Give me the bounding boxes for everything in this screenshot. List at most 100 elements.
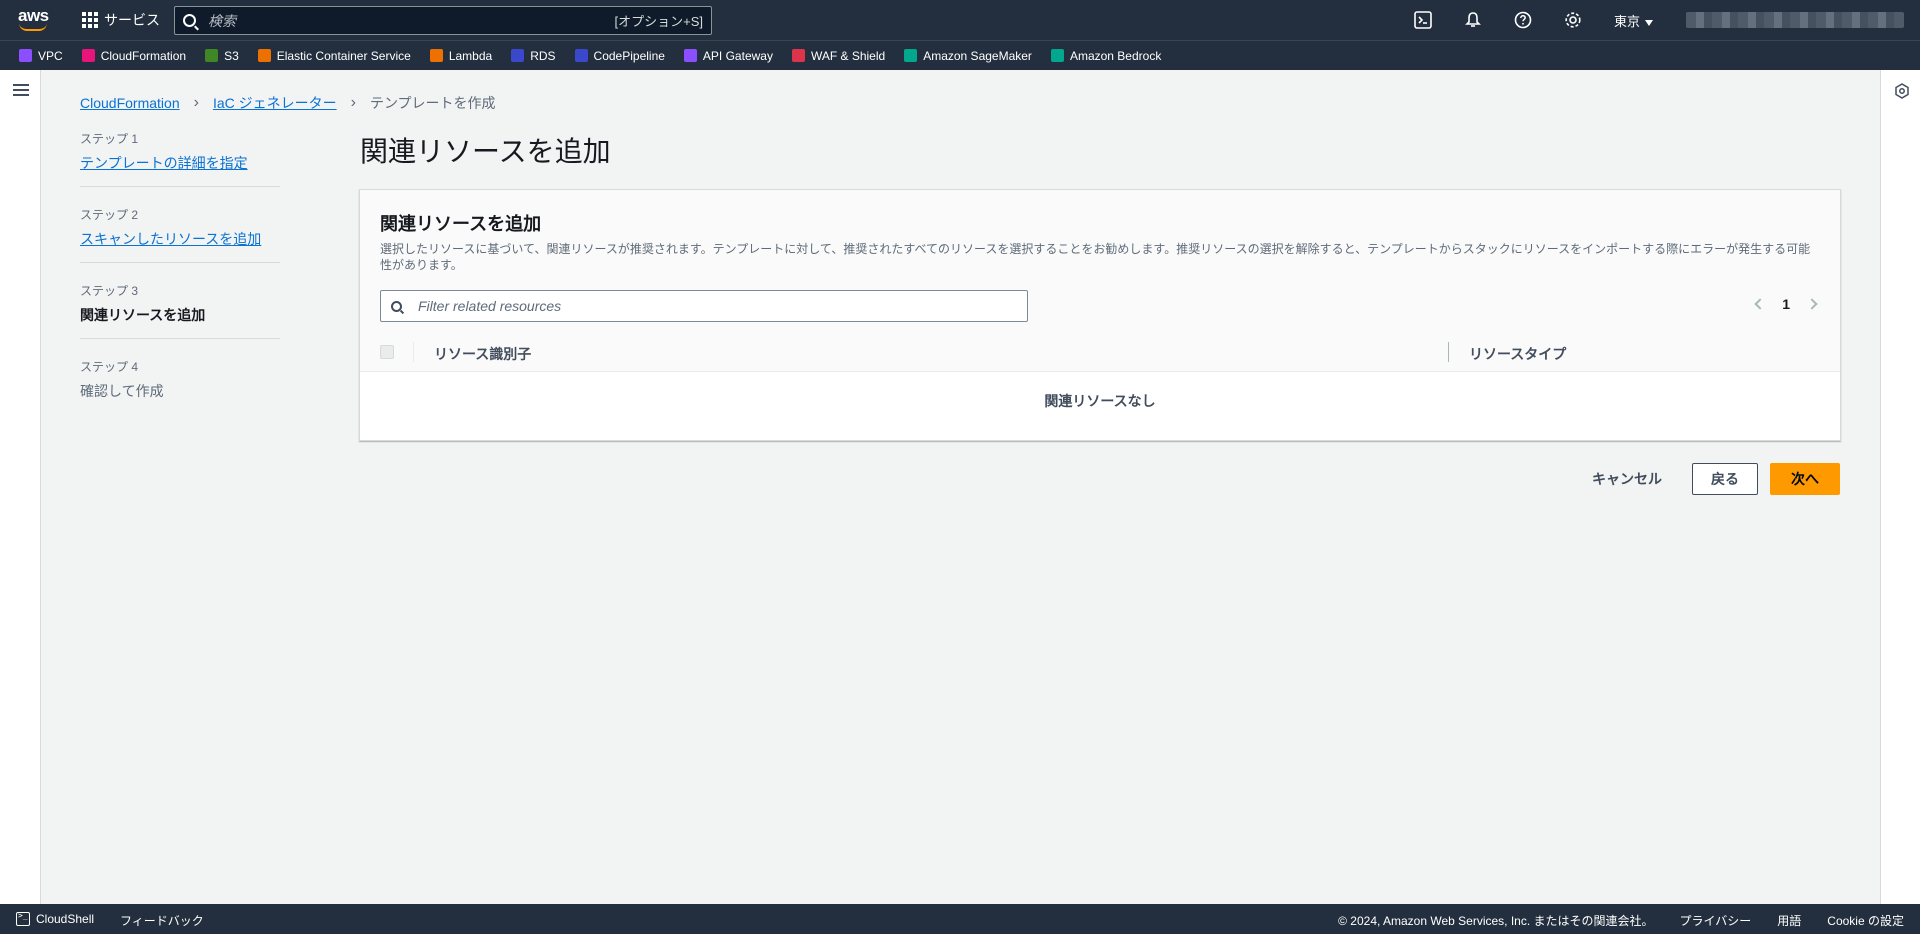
region-selector[interactable]: 東京	[1614, 11, 1654, 30]
footer-links: © 2024, Amazon Web Services, Inc. またはその関…	[1338, 912, 1904, 929]
rds-service-icon	[511, 49, 525, 62]
cloudshell-icon[interactable]	[1413, 10, 1433, 30]
services-menu-button[interactable]: サービス	[82, 10, 160, 30]
page-number[interactable]: 1	[1782, 296, 1790, 312]
wizard-step-1: ステップ 1 テンプレートの詳細を指定	[80, 130, 280, 187]
favorites-bar: VPC CloudFormation S3 Elastic Container …	[0, 40, 1920, 70]
search-icon	[183, 14, 196, 27]
favorite-lambda[interactable]: Lambda	[429, 48, 493, 63]
step-link-template-details[interactable]: テンプレートの詳細を指定	[80, 153, 280, 173]
search-input[interactable]	[208, 12, 615, 29]
cancel-button[interactable]: キャンセル	[1574, 461, 1680, 497]
privacy-link[interactable]: プライバシー	[1680, 912, 1752, 929]
favorite-label: CloudFormation	[100, 48, 187, 63]
favorite-label: API Gateway	[702, 48, 773, 63]
breadcrumb: CloudFormation › IaC ジェネレーター › テンプレートを作成	[80, 93, 496, 113]
column-header-resource-type[interactable]: リソースタイプ	[1469, 344, 1566, 364]
breadcrumb-iac-generator[interactable]: IaC ジェネレーター	[213, 93, 337, 113]
footer: CloudShell フィードバック © 2024, Amazon Web Se…	[0, 904, 1920, 934]
filter-box[interactable]	[380, 290, 1028, 322]
favorite-cloudformation[interactable]: CloudFormation	[81, 48, 187, 63]
terminal-icon	[16, 911, 30, 926]
copyright-text: © 2024, Amazon Web Services, Inc. またはその関…	[1338, 914, 1654, 928]
services-label: サービス	[104, 12, 160, 28]
select-all-checkbox[interactable]	[380, 345, 394, 359]
step-number: ステップ 1	[80, 132, 139, 146]
favorite-rds[interactable]: RDS	[511, 48, 556, 63]
favorite-label: S3	[224, 48, 239, 63]
cloudshell-button[interactable]: CloudShell	[16, 911, 95, 926]
breadcrumb-cloudformation[interactable]: CloudFormation	[80, 95, 180, 111]
terms-link[interactable]: 用語	[1777, 912, 1801, 929]
favorite-waf-shield[interactable]: WAF & Shield	[791, 48, 886, 63]
account-menu[interactable]	[1686, 12, 1904, 28]
step-current-related-resources: 関連リソースを追加	[80, 307, 206, 323]
related-resources-panel: 関連リソースを追加 選択したリソースに基づいて、関連リソースが推奨されます。テン…	[359, 189, 1841, 441]
region-label: 東京	[1614, 14, 1641, 29]
menu-hamburger-icon[interactable]	[13, 84, 29, 96]
bedrock-service-icon	[1050, 49, 1064, 62]
favorite-label: Lambda	[448, 48, 493, 63]
favorite-label: WAF & Shield	[810, 48, 886, 63]
panel-title: 関連リソースを追加	[380, 214, 542, 234]
wizard-step-3: ステップ 3 関連リソースを追加	[80, 282, 280, 339]
chevron-right-icon: ›	[193, 94, 199, 111]
favorite-bedrock[interactable]: Amazon Bedrock	[1050, 48, 1162, 63]
settings-gear-icon[interactable]	[1563, 10, 1583, 30]
next-button[interactable]: 次へ	[1770, 463, 1840, 495]
waf-service-icon	[791, 49, 805, 62]
search-shortcut: [オプション+S]	[614, 14, 704, 29]
lambda-service-icon	[429, 49, 443, 62]
wizard-steps: ステップ 1 テンプレートの詳細を指定 ステップ 2 スキャンしたリソースを追加…	[80, 130, 280, 433]
pagination: 1	[1754, 296, 1818, 312]
vpc-service-icon	[19, 49, 32, 62]
favorite-codepipeline[interactable]: CodePipeline	[574, 48, 665, 63]
hexagon-settings-icon[interactable]	[1894, 83, 1910, 99]
favorite-label: CodePipeline	[593, 48, 665, 63]
empty-state: 関連リソースなし	[1044, 393, 1156, 409]
chevron-down-icon	[1645, 19, 1654, 26]
help-icon[interactable]	[1513, 10, 1533, 30]
aws-logo[interactable]: aws	[18, 6, 50, 32]
api-gateway-service-icon	[683, 49, 697, 62]
favorite-sagemaker[interactable]: Amazon SageMaker	[904, 49, 1032, 63]
back-button[interactable]: 戻る	[1692, 463, 1758, 495]
favorite-vpc[interactable]: VPC	[19, 49, 63, 63]
codepipeline-service-icon	[574, 49, 588, 62]
favorite-label: RDS	[530, 48, 556, 63]
feedback-link[interactable]: フィードバック	[120, 912, 204, 929]
favorite-label: Elastic Container Service	[276, 48, 411, 63]
column-header-resource-identifier[interactable]: リソース識別子	[434, 344, 531, 364]
chevron-right-icon[interactable]	[1806, 298, 1818, 310]
table-header: リソース識別子 リソースタイプ	[360, 332, 1840, 372]
favorite-api-gateway[interactable]: API Gateway	[683, 48, 773, 63]
wizard-actions: キャンセル 戻る 次へ	[1574, 461, 1840, 497]
panel-description: 選択したリソースに基づいて、関連リソースが推奨されます。テンプレートに対して、推…	[380, 242, 1811, 272]
top-navigation: aws サービス [オプション+S] 東京	[0, 0, 1920, 40]
aws-logo-text: aws	[18, 6, 49, 25]
sagemaker-service-icon	[904, 49, 918, 62]
favorite-label: Amazon Bedrock	[1069, 48, 1162, 63]
step-number: ステップ 4	[80, 360, 139, 374]
global-search[interactable]: [オプション+S]	[174, 6, 712, 35]
favorite-label: VPC	[38, 48, 63, 63]
search-icon	[391, 300, 402, 312]
filter-related-resources-input[interactable]	[418, 298, 1027, 314]
step-link-scanned-resources[interactable]: スキャンしたリソースを追加	[80, 229, 280, 249]
aws-logo-smile	[19, 23, 47, 31]
chevron-right-icon: ›	[350, 94, 356, 111]
wizard-step-4: ステップ 4 確認して作成	[80, 358, 280, 414]
notifications-bell-icon[interactable]	[1463, 10, 1483, 30]
step-review-create: 確認して作成	[80, 383, 164, 399]
chevron-left-icon[interactable]	[1754, 298, 1766, 310]
cloudshell-label: CloudShell	[36, 912, 95, 926]
s3-service-icon	[205, 49, 219, 62]
favorite-ecs[interactable]: Elastic Container Service	[257, 48, 411, 63]
panel-header: 関連リソースを追加 選択したリソースに基づいて、関連リソースが推奨されます。テン…	[360, 190, 1840, 332]
left-navigation-rail	[0, 70, 41, 904]
cookie-settings-link[interactable]: Cookie の設定	[1827, 912, 1904, 929]
column-resize-handle[interactable]	[1448, 342, 1449, 362]
favorite-label: Amazon SageMaker	[923, 48, 1032, 63]
favorite-s3[interactable]: S3	[205, 49, 239, 63]
right-tools-rail	[1880, 70, 1920, 904]
